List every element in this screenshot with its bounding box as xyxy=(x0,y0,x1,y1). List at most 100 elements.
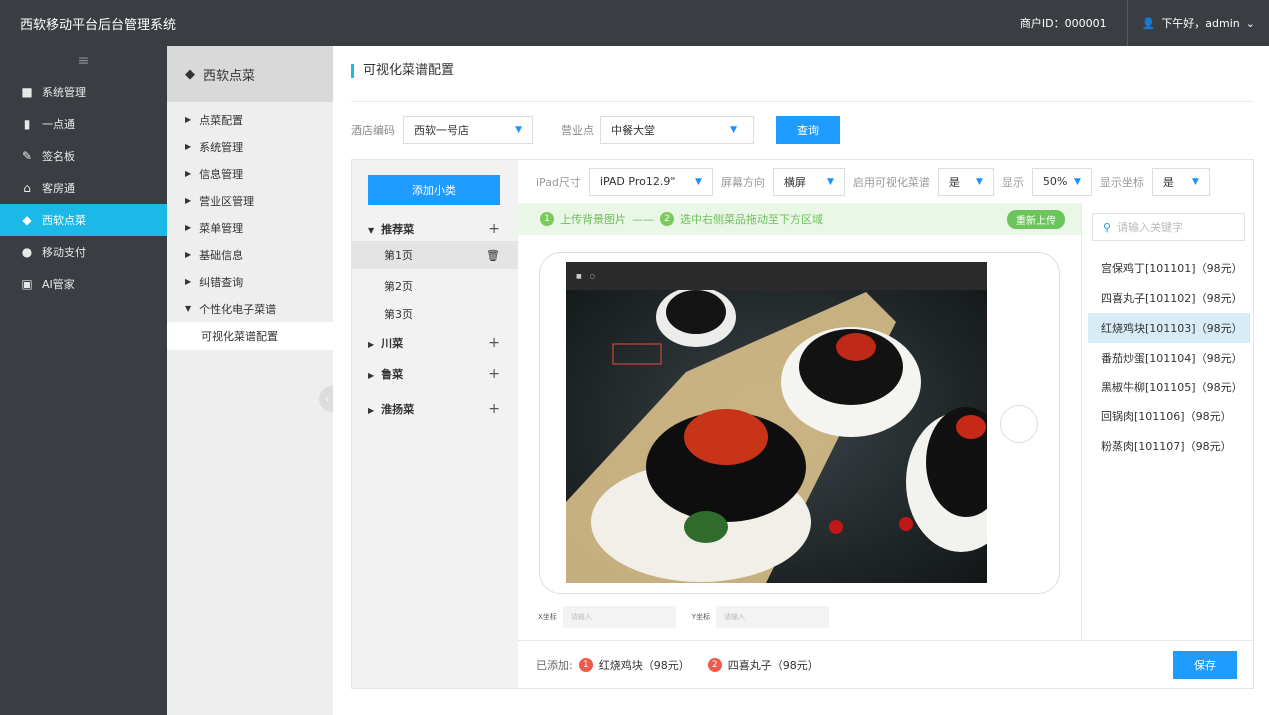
display-toolbar: iPad尺寸 iPAD Pro12.9" ▼ 屏幕方向 横屏 ▼ 启用可视化菜谱 是… xyxy=(518,160,1253,203)
sidebar-item-ordering[interactable]: ◆ 西软点菜 xyxy=(0,204,167,236)
sidebar-item-label: 移动支付 xyxy=(42,246,86,259)
step-tip: 1 上传背景图片 —— 2 选中右侧菜品拖动至下方区域 重新上传 xyxy=(518,203,1081,235)
tree-page-label: 第2页 xyxy=(384,280,413,293)
step-1-icon: 1 xyxy=(540,212,554,226)
dish-item[interactable]: 宫保鸡丁[101101]（98元） xyxy=(1088,253,1250,283)
subnav-item[interactable]: ▶ 菜单管理 xyxy=(167,214,333,241)
hotel-label: 酒店编码 xyxy=(351,124,395,137)
reupload-button[interactable]: 重新上传 xyxy=(1007,210,1065,229)
subnav-item[interactable]: ▶ 信息管理 xyxy=(167,160,333,187)
sidebar-item-label: AI管家 xyxy=(42,278,75,291)
added-item: 红烧鸡块（98元） xyxy=(598,658,690,672)
canvas-area: iPad尺寸 iPAD Pro12.9" ▼ 屏幕方向 横屏 ▼ 启用可视化菜谱 是… xyxy=(518,160,1253,688)
subnav-item[interactable]: ▶ 营业区管理 xyxy=(167,187,333,214)
dish-item[interactable]: 四喜丸子[101102]（98元） xyxy=(1088,283,1250,313)
outlet-label: 营业点 xyxy=(561,124,594,137)
caret-right-icon: ▶ xyxy=(368,406,375,415)
sidebar-item-payment[interactable]: ● 移动支付 xyxy=(0,236,167,268)
bar-chart-icon: ▮ xyxy=(23,117,31,131)
x-input[interactable]: 请输入 xyxy=(562,606,676,628)
tree-group-shandong[interactable]: ▶ 鲁菜 + xyxy=(352,360,518,388)
y-input[interactable]: 请输入 xyxy=(716,606,830,628)
page-title: 可视化菜谱配置 xyxy=(351,64,454,78)
ipad-size-select[interactable]: iPAD Pro12.9" ▼ xyxy=(588,167,713,196)
step-2-text: 选中右侧菜品拖动至下方区域 xyxy=(680,213,823,226)
added-badge: 1 xyxy=(578,657,593,672)
chevron-down-icon: ▼ xyxy=(976,176,983,187)
dish-item-selected[interactable]: 红烧鸡块[101103]（98元） xyxy=(1088,313,1250,343)
subnav-subitem-active[interactable]: 可视化菜谱配置 xyxy=(167,322,333,350)
sidebar-item-signature[interactable]: ✎ 签名板 xyxy=(0,140,167,172)
add-icon[interactable]: + xyxy=(488,335,500,351)
hamburger-icon[interactable]: ≡ xyxy=(0,46,167,76)
sidebar-item-label: 客房通 xyxy=(42,182,75,195)
user-menu[interactable]: 👤 下午好，admin ⌄ xyxy=(1128,15,1269,31)
dish-search[interactable]: ⚲ 请输入关键字 xyxy=(1092,213,1245,241)
added-badge: 2 xyxy=(707,657,722,672)
divider xyxy=(351,101,1253,102)
trash-icon[interactable]: 🗑 xyxy=(486,249,500,262)
tree-group-label: 鲁菜 xyxy=(381,368,404,381)
tree-page-item[interactable]: 第1页 🗑 xyxy=(352,241,518,269)
subnav-header: ◆ 西软点菜 xyxy=(167,46,333,102)
tree-page-item[interactable]: 第3页 xyxy=(352,300,518,328)
enable-select[interactable]: 是 ▼ xyxy=(937,167,994,196)
coord-select[interactable]: 是 ▼ xyxy=(1151,167,1210,196)
sidebar: ≡ ■ 系统管理 ▮ 一点通 ✎ 签名板 ⌂ 客房通 ◆ 西软点菜 ● 移动支付 ▣ AI管家 xyxy=(0,46,167,715)
tree-page-item[interactable]: 第2页 xyxy=(352,272,518,300)
subnav-item[interactable]: ▶ 点菜配置 xyxy=(167,106,333,133)
coord-value: 是 xyxy=(1162,175,1174,189)
caret-down-icon: ▼ xyxy=(368,226,375,235)
hotel-value: 西软一号店 xyxy=(414,124,469,137)
filter-bar: 酒店编码 西软一号店 ▼ 营业点 中餐大堂 ▼ 查询 xyxy=(351,116,840,144)
outlet-value: 中餐大堂 xyxy=(611,124,655,137)
dish-item[interactable]: 黑椒牛柳[101105]（98元） xyxy=(1088,372,1250,402)
merchant-id: 商户ID：000001 xyxy=(1020,0,1128,46)
category-tree: 添加小类 ▼ 推荐菜 + 第1页 🗑 第2页 第3页 ▶ 川菜 + ▶ 鲁菜 + ▶ 淮… xyxy=(352,160,518,688)
add-icon[interactable]: + xyxy=(488,221,500,237)
dish-list-panel: ⚲ 请输入关键字 宫保鸡丁[101101]（98元） 四喜丸子[101102]（9… xyxy=(1081,203,1253,640)
menu-background-image[interactable]: ■ ○ xyxy=(566,262,987,583)
sidebar-item-yidiantong[interactable]: ▮ 一点通 xyxy=(0,108,167,140)
sidebar-item-system[interactable]: ■ 系统管理 xyxy=(0,76,167,108)
caret-right-icon: ▶ xyxy=(185,223,192,232)
tree-group-sichuan[interactable]: ▶ 川菜 + xyxy=(352,329,518,357)
sidebar-item-label: 西软点菜 xyxy=(42,214,86,227)
sub-nav: ◆ 西软点菜 ▶ 点菜配置 ▶ 系统管理 ▶ 信息管理 ▶ 营业区管理 ▶ 菜单管理 ▶ 基础… xyxy=(167,46,333,715)
tree-group-label: 推荐菜 xyxy=(381,223,415,236)
save-button[interactable]: 保存 xyxy=(1173,651,1237,679)
tree-group-recommended[interactable]: ▼ 推荐菜 + xyxy=(352,215,518,243)
caret-right-icon: ▶ xyxy=(185,196,192,205)
sidebar-item-room[interactable]: ⌂ 客房通 xyxy=(0,172,167,204)
dish-item[interactable]: 回锅肉[101106]（98元） xyxy=(1088,401,1250,431)
size-label: iPad尺寸 xyxy=(536,175,581,189)
add-subcategory-button[interactable]: 添加小类 xyxy=(368,175,500,205)
subnav-item-label: 个性化电子菜谱 xyxy=(199,302,277,316)
tree-group-huaiyang[interactable]: ▶ 淮扬菜 + xyxy=(352,395,518,423)
subnav-item[interactable]: ▶ 系统管理 xyxy=(167,133,333,160)
step-1-text: 上传背景图片 xyxy=(560,213,626,226)
user-icon: 👤 xyxy=(1141,16,1156,30)
query-button[interactable]: 查询 xyxy=(776,116,840,144)
subnav-item-label: 纠错查询 xyxy=(199,275,244,289)
sidebar-item-ai[interactable]: ▣ AI管家 xyxy=(0,268,167,300)
screen-menubar: ■ ○ xyxy=(566,262,987,290)
pen-icon: ✎ xyxy=(21,149,33,163)
dish-item[interactable]: 粉蒸肉[101107]（98元） xyxy=(1088,431,1250,461)
subnav-item[interactable]: ▶ 基础信息 xyxy=(167,241,333,268)
subnav-item[interactable]: ▶ 纠错查询 xyxy=(167,268,333,295)
hotel-select[interactable]: 西软一号店 ▼ xyxy=(403,116,533,144)
zoom-select[interactable]: 50% ▼ xyxy=(1031,167,1092,196)
add-icon[interactable]: + xyxy=(488,366,500,382)
subnav-item[interactable]: ▼ 个性化电子菜谱 xyxy=(167,295,333,322)
caret-right-icon: ▶ xyxy=(185,115,192,124)
orientation-select[interactable]: 横屏 ▼ xyxy=(772,167,845,196)
house-icon: ⌂ xyxy=(23,181,31,195)
outlet-select[interactable]: 中餐大堂 ▼ xyxy=(600,116,754,144)
add-icon[interactable]: + xyxy=(488,401,500,417)
caret-right-icon: ▶ xyxy=(368,340,375,349)
chevron-down-icon: ▼ xyxy=(1192,176,1199,187)
dish-item[interactable]: 番茄炒蛋[101104]（98元） xyxy=(1088,343,1250,373)
tree-group-label: 川菜 xyxy=(381,337,404,350)
subnav-item-label: 点菜配置 xyxy=(199,113,244,127)
